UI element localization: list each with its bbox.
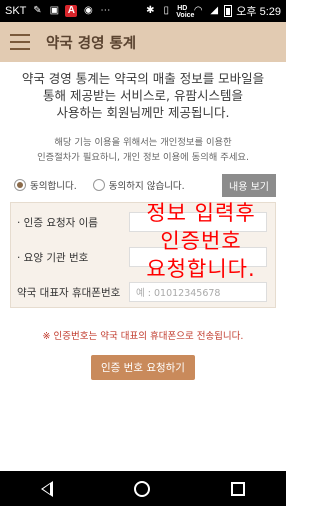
disagree-radio[interactable] — [92, 179, 105, 191]
intro-line: 사용하는 회원님께만 제공됩니다. — [56, 105, 230, 120]
agree-option[interactable]: 동의합니다. — [14, 178, 77, 192]
intro-line: 약국 경영 통계는 약국의 매출 정보를 모바일을 — [21, 71, 265, 86]
edit-icon: ✎ — [33, 5, 42, 16]
notice-line: 인증절차가 필요하니, 개인 정보 이용에 동의해 주세요. — [37, 152, 249, 163]
institution-label: · 요양 기관 번호 — [17, 251, 89, 264]
more-icon: ⋯ — [100, 5, 111, 16]
camera-icon: ▣ — [49, 5, 60, 16]
consent-row: 동의합니다. 동의하지 않습니다. 내용 보기 — [14, 173, 276, 197]
agree-radio[interactable] — [14, 179, 26, 191]
phone-label: 약국 대표자 휴대폰번호 — [17, 286, 121, 299]
warning-text: ※ 인증번호는 약국 대표의 휴대폰으로 전송됩니다. — [42, 331, 244, 342]
battery-icon — [224, 5, 233, 17]
menu-icon[interactable] — [10, 34, 30, 50]
notice-line: 해당 기능 이용을 위해서는 개인정보를 이용한 — [54, 137, 232, 148]
system-nav-bar — [0, 471, 286, 506]
overlay-line: 요청합니다. — [146, 257, 256, 281]
consent-notice: 해당 기능 이용을 위해서는 개인정보를 이용한 인증절차가 필요하니, 개인 … — [0, 135, 286, 165]
vibrate-icon: ▯ — [163, 5, 170, 16]
app-badge-icon: A — [65, 5, 78, 17]
intro-text: 약국 경영 통계는 약국의 매출 정보를 모바일을 통해 제공받는 서비스로, … — [0, 70, 286, 121]
signal-icon: ◢ — [210, 5, 219, 16]
disagree-label: 동의하지 않습니다. — [108, 181, 185, 192]
app-bar: 약국 경영 통계 — [0, 22, 286, 62]
status-bar: SKT ✎ ▣ A ◉ ⋯ ✱ ▯ HD Voice ◠ ◢ 오후 5:29 — [0, 0, 286, 22]
overlay-annotation: 정보 입력후 인증번호 요청합니다. — [118, 199, 284, 283]
agree-label: 동의합니다. — [30, 181, 77, 192]
intro-line: 통해 제공받는 서비스로, 유팜시스템을 — [43, 88, 243, 103]
carrier-label: SKT — [5, 5, 27, 17]
overlay-line: 인증번호 — [160, 229, 242, 253]
back-icon[interactable] — [40, 480, 53, 497]
recent-apps-icon[interactable] — [231, 481, 246, 496]
page-title: 약국 경영 통계 — [46, 35, 137, 52]
wifi-icon: ◠ — [193, 5, 203, 16]
overlay-line: 정보 입력후 — [146, 201, 256, 225]
view-terms-button[interactable]: 내용 보기 — [222, 173, 276, 197]
requester-label: · 인증 요청자 이름 — [17, 216, 98, 229]
phone-input[interactable]: 예 : 01012345678 — [129, 282, 267, 302]
hd-voice-icon: HD Voice — [176, 5, 195, 19]
home-icon[interactable] — [133, 480, 150, 497]
browser-icon: ◉ — [84, 5, 93, 16]
disagree-option[interactable]: 동의하지 않습니다. — [92, 178, 185, 192]
request-code-button[interactable]: 인증 번호 요청하기 — [91, 355, 195, 380]
clock: 오후 5:29 — [236, 6, 281, 18]
bluetooth-icon: ✱ — [146, 5, 155, 16]
